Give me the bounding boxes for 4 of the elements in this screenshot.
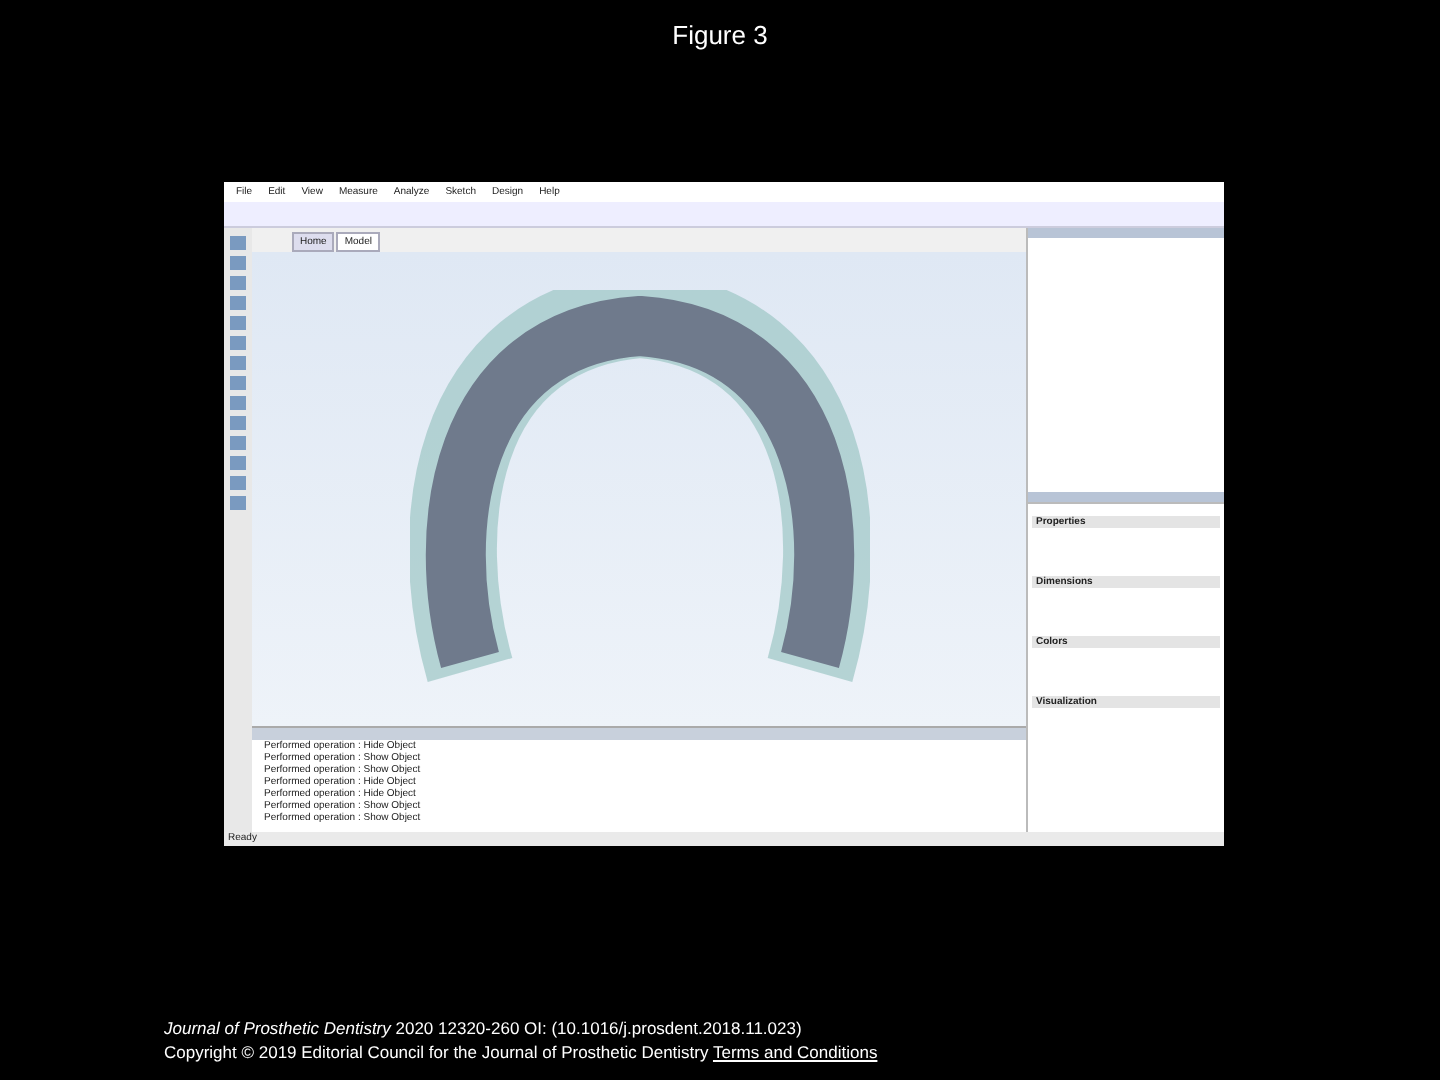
copyright-text: Copyright © 2019 Editorial Council for the Journal of Prosthetic Dentistry	[164, 1042, 709, 1062]
citation-text: Journal of Prosthetic Dentistry 2020 12320-260 OI: (10.1016/j.prosdent.2018.11.023)	[164, 1018, 804, 1038]
terms-link[interactable]: Terms and Conditions	[712, 1042, 878, 1062]
slide-title: Figure 3	[672, 20, 768, 54]
